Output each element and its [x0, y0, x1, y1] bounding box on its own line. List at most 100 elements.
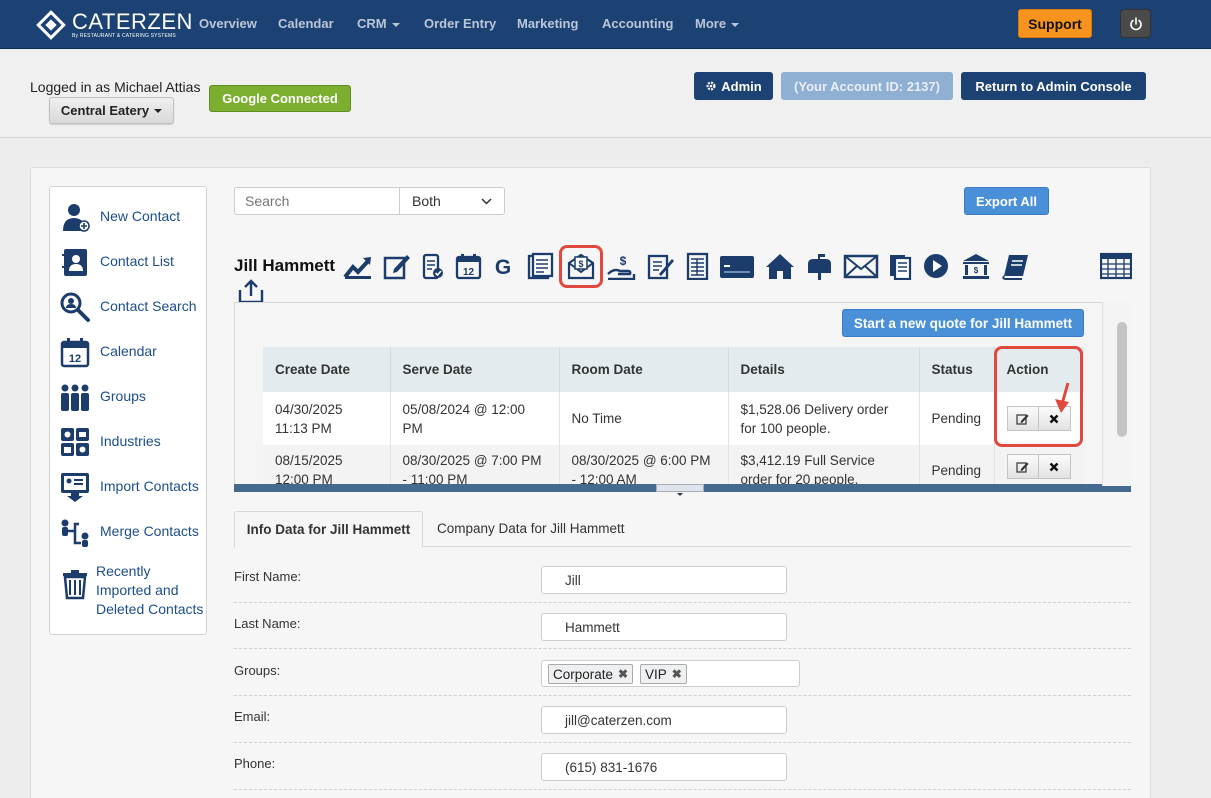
trend-chart-icon[interactable] — [343, 252, 373, 280]
first-name-label: First Name: — [234, 569, 302, 584]
gear-icon — [706, 81, 716, 91]
contact-book-icon — [62, 249, 87, 276]
quotes-scrollbar-thumb[interactable] — [1117, 322, 1127, 437]
table-grid-icon[interactable] — [1100, 252, 1132, 280]
invoice-stack-icon[interactable] — [525, 252, 555, 280]
sidebar-item-import-contacts[interactable]: Import Contacts — [50, 469, 206, 509]
status-cell: Pending — [919, 392, 995, 445]
power-button[interactable] — [1120, 9, 1151, 38]
action-cell — [994, 445, 1084, 484]
envelope-icon[interactable] — [843, 252, 879, 280]
sidebar-label: Contact Search — [100, 298, 197, 314]
calendar-12-icon[interactable]: 12 — [453, 252, 483, 280]
chevron-down-icon — [391, 22, 400, 27]
share-icon[interactable] — [237, 278, 265, 304]
last-name-field[interactable]: Hammett — [541, 613, 787, 641]
new-quote-button[interactable]: Start a new quote for Jill Hammett — [842, 309, 1084, 337]
phone-field[interactable]: (615) 831-1676 — [541, 753, 787, 781]
group-tag-label: Corporate — [553, 666, 614, 682]
first-name-field[interactable]: Jill — [541, 566, 787, 594]
tab-company-data[interactable]: Company Data for Jill Hammett — [437, 521, 625, 536]
column-header[interactable]: Serve Date — [390, 347, 560, 392]
nav-calendar[interactable]: Calendar — [278, 16, 334, 31]
home-icon[interactable] — [765, 252, 795, 280]
nav-more[interactable]: More — [695, 16, 740, 31]
sidebar-item-recently-deleted[interactable]: Recently Imported and Deleted Contacts — [50, 562, 206, 624]
tab-info-data[interactable]: Info Data for Jill Hammett — [234, 511, 423, 548]
signature-doc-icon[interactable] — [645, 252, 675, 280]
nav-overview[interactable]: Overview — [199, 16, 257, 31]
google-connected-button[interactable]: Google Connected — [209, 85, 351, 112]
search-scope-select[interactable]: Both — [399, 187, 505, 215]
spreadsheet-icon[interactable] — [683, 252, 713, 280]
search-scope-value: Both — [412, 193, 441, 209]
chevron-down-icon — [154, 108, 163, 113]
delete-quote-button[interactable] — [1038, 454, 1071, 479]
sidebar-item-groups[interactable]: Groups — [50, 379, 206, 419]
brand-subline: By RESTAURANT & CATERING SYSTEMS — [72, 33, 176, 39]
sidebar-label: Import Contacts — [100, 478, 199, 494]
sidebar-item-contact-list[interactable]: Contact List — [50, 244, 206, 284]
sidebar-item-contact-search[interactable]: Contact Search — [50, 289, 206, 329]
edit-quote-button[interactable] — [1006, 454, 1039, 479]
table-header-row: Create Date Serve Date Room Date Details… — [263, 347, 1084, 392]
nav-crm[interactable]: CRM — [357, 16, 400, 31]
sidebar-item-merge-contacts[interactable]: Merge Contacts — [50, 514, 206, 554]
sidebar-label: Merge Contacts — [100, 523, 199, 539]
nav-marketing[interactable]: Marketing — [517, 16, 578, 31]
bank-icon[interactable]: $ — [961, 252, 991, 280]
sidebar-item-industries[interactable]: Industries — [50, 424, 206, 464]
nav-order-entry[interactable]: Order Entry — [424, 16, 496, 31]
nav-accounting[interactable]: Accounting — [602, 16, 674, 31]
export-all-button[interactable]: Export All — [964, 187, 1049, 215]
edit-note-icon[interactable] — [382, 252, 412, 280]
calendar-icon: 12 — [60, 338, 90, 368]
location-label: Central Eatery — [60, 103, 150, 118]
divider — [234, 695, 1131, 696]
book-icon[interactable] — [1001, 252, 1031, 280]
play-icon[interactable] — [922, 252, 952, 280]
column-header[interactable]: Status — [919, 347, 995, 392]
clipboard-check-icon[interactable] — [418, 252, 448, 280]
close-icon — [1049, 462, 1059, 471]
documents-icon[interactable] — [886, 252, 916, 280]
column-header[interactable]: Details — [728, 347, 920, 392]
divider — [234, 648, 1131, 649]
serve-date-cell: 08/30/2025 @ 7:00 PM - 11:00 PM — [390, 445, 560, 484]
email-field[interactable]: jill@caterzen.com — [541, 706, 787, 734]
admin-button[interactable]: Admin — [694, 72, 773, 100]
google-icon[interactable]: G — [489, 252, 519, 280]
group-tag: VIP ✖ — [640, 664, 687, 684]
credit-card-icon[interactable] — [719, 252, 755, 280]
search-input[interactable] — [234, 187, 400, 215]
contact-name: Jill Hammett — [234, 256, 336, 275]
details-cell: $3,412.19 Full Service order for 20 peop… — [728, 445, 920, 484]
divider — [234, 742, 1131, 743]
sidebar-label: New Contact — [100, 208, 181, 224]
caterzen-logo-icon[interactable] — [36, 10, 66, 40]
pointer-arrow-icon — [1055, 382, 1070, 413]
nav-crm-label: CRM — [357, 16, 387, 31]
status-cell: Pending — [919, 445, 995, 484]
sidebar-item-new-contact[interactable]: New Contact — [50, 199, 206, 239]
column-header[interactable]: Create Date — [263, 347, 391, 392]
mailbox-icon[interactable] — [804, 252, 834, 280]
sidebar-item-calendar[interactable]: 12 Calendar — [50, 334, 206, 374]
brand-name[interactable]: CATERZEN — [72, 9, 193, 35]
contacts-sidebar: New Contact Contact List Contact Search … — [49, 186, 207, 635]
divider — [234, 602, 1131, 603]
return-admin-console-button[interactable]: Return to Admin Console — [961, 72, 1146, 100]
support-button[interactable]: Support — [1018, 9, 1092, 38]
sidebar-label: Industries — [100, 433, 161, 449]
details-cell: $1,528.06 Delivery order for 100 people. — [728, 392, 920, 445]
divider — [234, 789, 1131, 790]
group-icon — [61, 384, 89, 411]
resize-handle[interactable] — [656, 484, 704, 496]
remove-tag-icon[interactable]: ✖ — [672, 667, 682, 681]
remove-tag-icon[interactable]: ✖ — [618, 667, 628, 681]
location-dropdown[interactable]: Central Eatery — [49, 97, 174, 124]
account-id-button[interactable]: (Your Account ID: 2137) — [781, 72, 953, 100]
column-header[interactable]: Room Date — [559, 347, 729, 392]
payment-hand-icon[interactable]: $ — [606, 252, 636, 280]
trash-icon — [63, 570, 87, 600]
